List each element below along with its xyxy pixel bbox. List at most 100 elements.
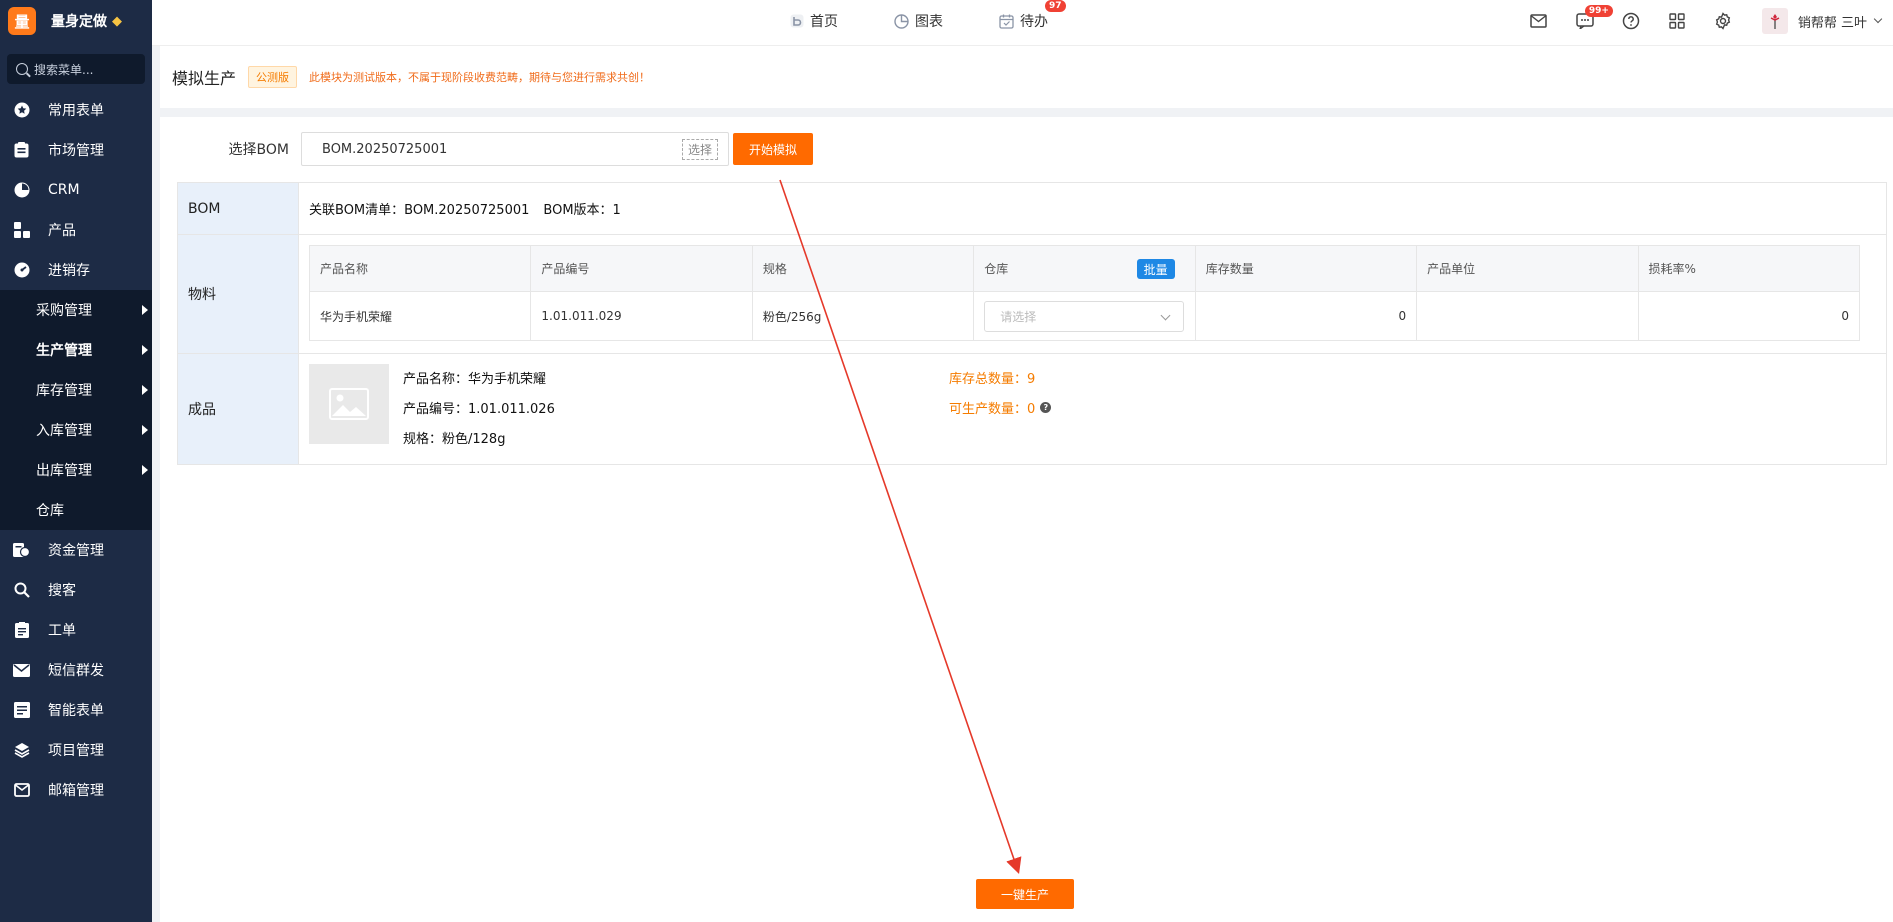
sidebar-menu: 常用表单 市场管理 CRM 产品 进销存 [0,90,152,290]
bom-info-row: BOM 关联BOM清单：BOM.20250725001 BOM版本：1 [178,183,1886,235]
sidebar-item-inventory[interactable]: 进销存 [0,250,152,290]
sidebar-item-label: 智能表单 [48,703,104,719]
beta-notice: 此模块为测试版本，不属于现阶段收费范畴，期待与您进行需求共创！ [309,71,651,84]
beta-badge: 公测版 [248,66,298,88]
bom-section-head: BOM [178,183,299,234]
sidebar-item-label: 采购管理 [36,303,92,319]
chevron-down-icon[interactable] [1873,14,1883,24]
warehouse-select-placeholder: 请选择 [1000,309,1037,324]
sidebar-item-label: 项目管理 [48,743,104,759]
material-stock-cell: 0 [1194,291,1418,341]
sidebar-item-product[interactable]: 产品 [0,210,152,250]
nav-charts-label: 图表 [915,14,943,30]
home-icon [790,14,804,28]
question-icon[interactable]: ? [1040,402,1052,413]
materials-table: 产品名称 产品编号 规格 仓库 批量 库存数量 产品单位 损耗率% 华为手机荣耀… [308,245,1861,341]
help-icon[interactable] [1620,10,1642,32]
calendar-icon [999,14,1014,29]
sidebar-menu-lower: 资金管理 搜客 工单 短信群发 智能表单 项目管理 邮箱管理 [0,530,152,810]
column-header: 产品编号 [530,245,753,292]
diamond-icon: ◆ [112,13,122,29]
menu-search-placeholder: 搜索菜单... [34,62,94,77]
todo-count-badge: 97 [1045,0,1066,12]
material-loss-cell: 0 [1637,291,1861,341]
nav-todo-label: 待办 [1020,14,1048,30]
top-nav: 首页 图表 待办 97 [790,0,1104,42]
sidebar-item-label: 库存管理 [36,383,92,399]
sidebar-item-work-orders[interactable]: 工单 [0,610,152,650]
sidebar-item-label: 进销存 [48,263,90,279]
column-header: 损耗率% [1637,245,1861,292]
material-warehouse-cell: 请选择 [973,291,1196,341]
column-header: 规格 [751,245,975,292]
username[interactable]: 销帮帮 三叶 [1798,12,1867,31]
message-icon[interactable]: 99+ [1574,5,1613,32]
product-code-text: 产品编号：1.01.011.026 [403,402,555,417]
one-click-produce-button[interactable]: 一键生产 [976,879,1074,909]
brand-name: 量身定做 [51,14,107,30]
sidebar-item-market[interactable]: 市场管理 [0,130,152,170]
sidebar-item-outbound[interactable]: 出库管理 [0,450,152,490]
materials-body: 产品名称 产品编号 规格 仓库 批量 库存数量 产品单位 损耗率% 华为手机荣耀… [299,235,1886,353]
brand[interactable]: 量 量身定做 ◆ [0,0,152,42]
sidebar-item-warehouse[interactable]: 仓库 [0,490,152,530]
search-icon [13,582,30,599]
sidebar-item-label: 工单 [48,623,76,639]
money-icon [13,542,30,559]
material-code-cell: 1.01.011.029 [530,291,753,341]
sidebar-item-common-forms[interactable]: 常用表单 [0,90,152,130]
avatar[interactable] [1761,8,1788,34]
sidebar-item-production[interactable]: 生产管理 [0,330,152,370]
page-title: 模拟生产 [172,69,237,88]
sidebar-item-projects[interactable]: 项目管理 [0,730,152,770]
bom-version-text: BOM版本：1 [543,203,621,218]
brand-logo: 量 [8,7,36,35]
settings-gear-icon[interactable] [1712,10,1734,32]
sidebar-item-label: 出库管理 [36,463,92,479]
start-simulation-button[interactable]: 开始模拟 [733,133,813,165]
nav-charts[interactable]: 图表 [894,11,943,31]
mail-icon[interactable] [1528,10,1550,32]
page-header: 模拟生产 公测版 此模块为测试版本，不属于现阶段收费范畴，期待与您进行需求共创！ [160,46,1893,108]
star-icon [13,102,30,119]
sidebar-item-stock[interactable]: 库存管理 [0,370,152,410]
sidebar-item-label: CRM [48,182,80,198]
sidebar-item-label: 搜客 [48,583,76,599]
caret-right-icon [142,305,148,315]
apps-grid-icon[interactable] [1666,10,1688,32]
sidebar-item-crm[interactable]: CRM [0,170,152,210]
product-section-head: 成品 [178,354,299,464]
sidebar-item-search-customers[interactable]: 搜客 [0,570,152,610]
caret-right-icon [142,345,148,355]
material-name-cell: 华为手机荣耀 [308,291,532,341]
pick-bom-button[interactable]: 选择 [681,139,718,160]
sidebar-item-mailbox[interactable]: 邮箱管理 [0,770,152,810]
bom-select-input[interactable]: BOM.20250725001 选择 [301,132,729,166]
sidebar-item-finance[interactable]: 资金管理 [0,530,152,570]
document-icon [13,622,30,639]
sidebar-item-inbound[interactable]: 入库管理 [0,410,152,450]
product-spec-text: 规格：粉色/128g [403,432,506,447]
nav-todo[interactable]: 待办 97 [999,0,1066,31]
batch-button[interactable]: 批量 [1136,259,1175,279]
product-name-text: 产品名称：华为手机荣耀 [403,372,547,387]
sidebar-item-sms[interactable]: 短信群发 [0,650,152,690]
column-header: 产品单位 [1416,245,1639,292]
product-row: 成品 产品名称：华为手机荣耀 产品编号：1.01.011.026 规格：粉色/1… [178,354,1886,464]
sidebar-item-label: 邮箱管理 [48,783,104,799]
stock-total-text: 库存总数量：9 [949,372,1036,387]
nav-home[interactable]: 首页 [790,11,838,31]
producible-line: 可生产数量：0 ? [949,398,1052,417]
column-header: 产品名称 [308,245,532,292]
sidebar-item-purchase[interactable]: 采购管理 [0,290,152,330]
menu-search-input[interactable]: 搜索菜单... [7,54,145,84]
top-right-tools: 99+ 销帮帮 三叶 [1504,0,1883,42]
mail-icon [13,782,30,799]
warehouse-select[interactable]: 请选择 [984,300,1185,332]
bom-list-text: 关联BOM清单：BOM.20250725001 [309,203,530,218]
materials-row: 物料 产品名称 产品编号 规格 仓库 批量 库存数量 产品单位 损耗率% 华为手… [178,235,1886,354]
materials-section-head: 物料 [178,235,299,353]
simulation-table: BOM 关联BOM清单：BOM.20250725001 BOM版本：1 物料 产… [177,182,1887,465]
sidebar-item-smart-forms[interactable]: 智能表单 [0,690,152,730]
nav-home-label: 首页 [810,14,838,30]
